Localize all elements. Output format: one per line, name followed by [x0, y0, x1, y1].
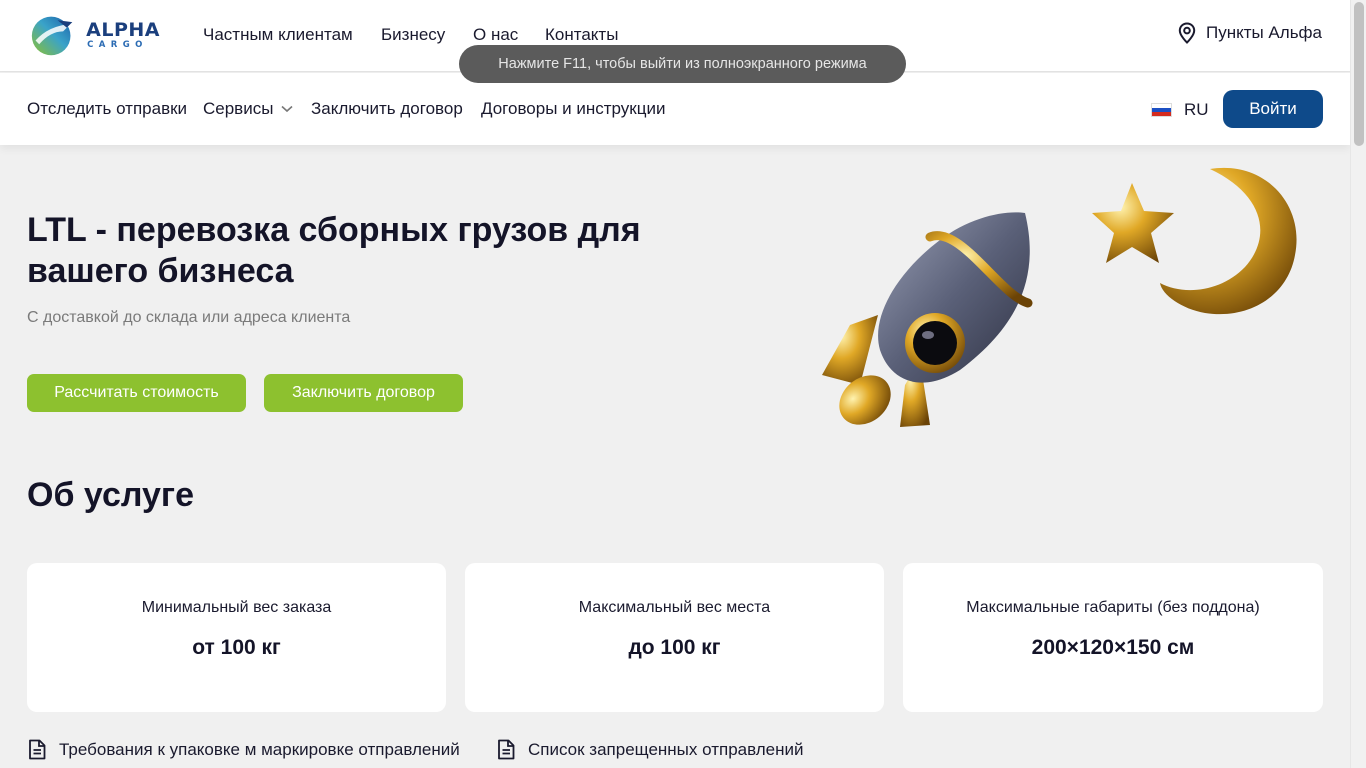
- min-order-weight-card: Минимальный вес заказа от 100 кг: [27, 563, 446, 712]
- chevron-down-icon: [281, 105, 293, 113]
- card-value: 200×120×150 см: [1031, 636, 1195, 659]
- calculate-cost-button[interactable]: Рассчитать стоимость: [27, 374, 246, 412]
- star-illustration: [1092, 183, 1174, 263]
- nav-track-shipments-label: Отследить отправки: [27, 99, 188, 118]
- scrollbar-thumb[interactable]: [1354, 2, 1364, 146]
- login-button[interactable]: Войти: [1223, 90, 1323, 128]
- packaging-requirements-link[interactable]: Требования к упаковке м маркировке отпра…: [28, 739, 460, 760]
- card-value: от 100 кг: [192, 636, 281, 659]
- document-icon: [29, 739, 46, 760]
- nav-contracts-instructions-label: Договоры и инструкции: [481, 99, 666, 118]
- max-dimensions-card: Максимальные габариты (без поддона) 200×…: [903, 563, 1323, 712]
- document-icon: [498, 739, 515, 760]
- nav-contacts[interactable]: Контакты: [545, 25, 618, 45]
- nav-services-dropdown[interactable]: Сервисы: [203, 99, 293, 119]
- fullscreen-exit-notice: Нажмите F11, чтобы выйти из полноэкранно…: [459, 45, 906, 83]
- nav-services-label: Сервисы: [203, 99, 274, 118]
- points-link[interactable]: Пункты Альфа: [1178, 22, 1322, 44]
- make-contract-button[interactable]: Заключить договор: [264, 374, 463, 412]
- hero-subtitle: С доставкой до склада или адреса клиента: [27, 309, 351, 326]
- about-section-title: Об услуге: [27, 476, 194, 514]
- card-value: до 100 кг: [628, 636, 721, 659]
- prohibited-items-link[interactable]: Список запрещенных отправлений: [497, 739, 804, 760]
- packaging-requirements-label: Требования к упаковке м маркировке отпра…: [59, 739, 460, 759]
- rocket-illustration: [822, 212, 1033, 427]
- hero-illustration: [822, 167, 1297, 427]
- language-label: RU: [1184, 100, 1209, 119]
- moon-illustration: [1160, 167, 1297, 315]
- russia-flag-icon: [1151, 103, 1172, 117]
- points-label: Пункты Альфа: [1205, 23, 1322, 42]
- card-label: Минимальный вес заказа: [141, 599, 332, 616]
- max-piece-weight-card: Максимальный вес места до 100 кг: [465, 563, 884, 712]
- card-label: Максимальные габариты (без поддона): [966, 599, 1260, 616]
- nav-make-contract[interactable]: Заключить договор: [311, 99, 463, 119]
- nav-about[interactable]: О нас: [473, 25, 518, 45]
- card-label: Максимальный вес места: [578, 599, 771, 616]
- location-pin-icon: [1178, 22, 1196, 44]
- prohibited-items-label: Список запрещенных отправлений: [528, 739, 804, 759]
- nav-contracts-instructions[interactable]: Договоры и инструкции: [481, 99, 665, 119]
- hero-title: LTL - перевозка сборных грузов для вашег…: [27, 211, 641, 290]
- vertical-scrollbar[interactable]: [1350, 0, 1366, 768]
- secondary-navigation: Отследить отправки Сервисы Заключить дог…: [0, 73, 1350, 145]
- nav-make-contract-label: Заключить договор: [311, 99, 463, 118]
- language-selector[interactable]: RU: [1151, 100, 1209, 120]
- nav-business[interactable]: Бизнесу: [381, 25, 445, 45]
- nav-track-shipments[interactable]: Отследить отправки: [27, 99, 187, 119]
- nav-private-clients[interactable]: Частным клиентам: [203, 25, 353, 45]
